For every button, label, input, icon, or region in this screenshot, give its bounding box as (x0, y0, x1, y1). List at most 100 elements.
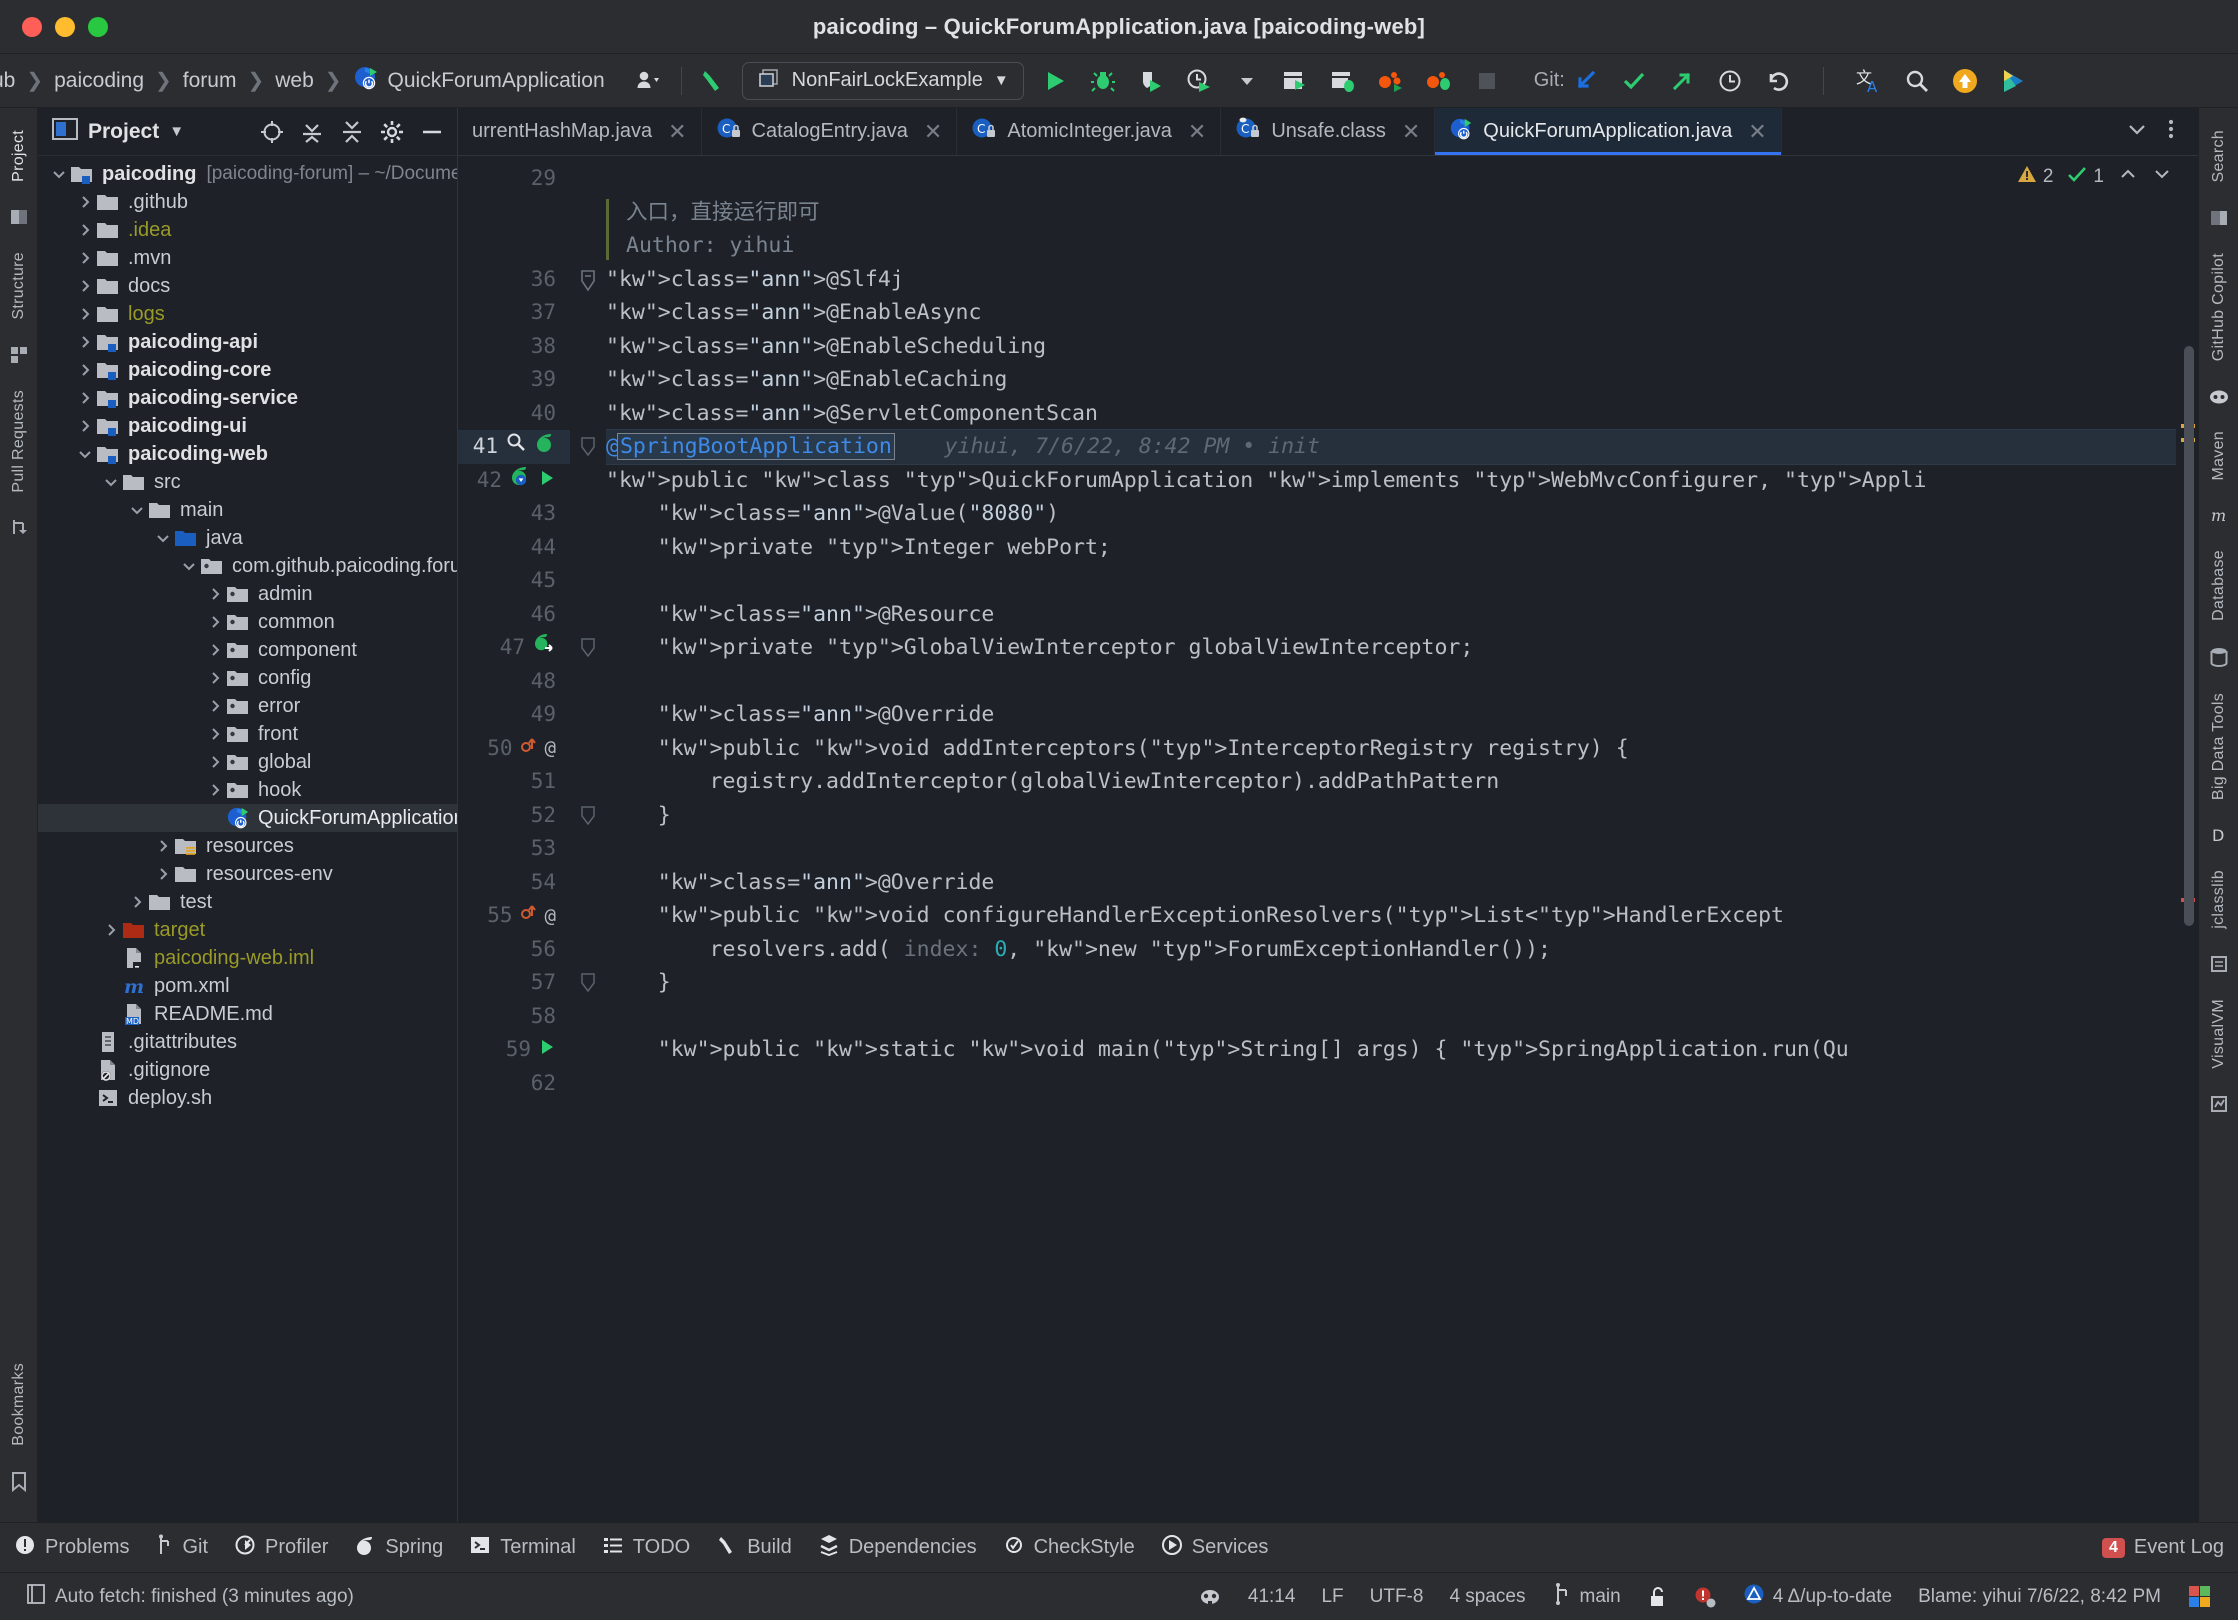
code-line[interactable]: "kw">class="ann">@Override (606, 866, 2176, 900)
code-line[interactable]: "kw">class="ann">@EnableAsync (606, 296, 2176, 330)
fold-marker-cell[interactable] (570, 464, 606, 498)
fold-marker-cell[interactable] (570, 196, 606, 263)
tool-window-button-checkstyle[interactable]: CheckStyle (1003, 1534, 1135, 1562)
tree-node-resources[interactable]: resources (38, 832, 457, 860)
update-arrow-up-icon[interactable] (1948, 64, 1982, 98)
line-number-row[interactable]: 46 (458, 598, 570, 632)
stop-square-icon[interactable] (1470, 64, 1504, 98)
line-number-row[interactable]: 52 (458, 799, 570, 833)
tool-window-button-spring[interactable]: Spring (354, 1534, 443, 1562)
tree-node-global[interactable]: global (38, 748, 457, 776)
tree-node-docs[interactable]: docs (38, 272, 457, 300)
tree-expand-arrow-icon[interactable] (126, 895, 148, 909)
git-sync-status[interactable]: 4 Δ/up-to-date (1730, 1582, 1905, 1612)
line-number-row[interactable]: 59 (458, 1033, 570, 1067)
line-number-row[interactable]: 45 (458, 564, 570, 598)
services-run-icon[interactable] (1374, 64, 1408, 98)
tree-node-hook[interactable]: hook (38, 776, 457, 804)
chevron-down-icon[interactable] (2152, 164, 2172, 190)
code-line[interactable]: "kw">private "typ">GlobalViewInterceptor… (606, 631, 2176, 665)
editor-marker-scrollbar[interactable] (2176, 156, 2198, 1522)
tool-window-bar[interactable]: ProblemsGitProfilerSpringTerminalTODOBui… (0, 1522, 2238, 1572)
big-data-tools-rail-icon[interactable]: D (2210, 826, 2228, 844)
code-content[interactable]: 入口，直接运行即可Author: yihui"kw">class="ann">@… (606, 156, 2176, 1522)
profiler-clock-icon[interactable] (1182, 64, 1216, 98)
close-tab-icon[interactable]: ✕ (1748, 119, 1766, 145)
chevron-down-icon[interactable] (2124, 116, 2150, 147)
file-encoding[interactable]: UTF-8 (1357, 1586, 1437, 1608)
line-number-row[interactable]: 40 (458, 397, 570, 431)
tree-node--mvn[interactable]: .mvn (38, 244, 457, 272)
expand-all-icon[interactable] (297, 117, 327, 147)
tool-window-button-build[interactable]: Build (716, 1534, 791, 1562)
visualvm-rail-icon[interactable] (2210, 1095, 2228, 1113)
tree-expand-arrow-icon[interactable] (204, 587, 226, 601)
tree-node-error[interactable]: error (38, 692, 457, 720)
search-occurrence-icon[interactable] (505, 430, 527, 464)
line-number-row[interactable]: 44 (458, 531, 570, 565)
tree-expand-arrow-icon[interactable] (204, 671, 226, 685)
tree-expand-arrow-icon[interactable] (204, 755, 226, 769)
code-line[interactable]: "kw">public "kw">class "typ">QuickForumA… (606, 464, 2176, 498)
git-update-arrow-down-icon[interactable] (1569, 64, 1603, 98)
fold-marker-cell[interactable] (570, 1000, 606, 1034)
fold-marker-cell[interactable] (570, 263, 606, 297)
tree-node-admin[interactable]: admin (38, 580, 457, 608)
tool-window-button-git[interactable]: Git (155, 1534, 208, 1562)
tree-node-component[interactable]: component (38, 636, 457, 664)
indent-setting[interactable]: 4 spaces (1436, 1586, 1538, 1608)
code-line[interactable] (606, 1067, 2176, 1101)
tree-node-paicoding-ui[interactable]: paicoding-ui (38, 412, 457, 440)
fold-marker-cell[interactable] (570, 799, 606, 833)
caret-position[interactable]: 41:14 (1235, 1586, 1309, 1608)
fold-marker-cell[interactable] (570, 866, 606, 900)
run-with-coverage-icon[interactable] (1134, 64, 1168, 98)
window-controls[interactable] (0, 17, 108, 37)
tree-node-pom-xml[interactable]: mpom.xml (38, 972, 457, 1000)
inspection-ok[interactable]: 1 (2067, 164, 2104, 190)
line-number-row[interactable]: 49 (458, 698, 570, 732)
tree-expand-arrow-icon[interactable] (74, 223, 96, 237)
build-hammer-icon[interactable] (696, 64, 730, 98)
line-number-row[interactable]: 55@ (458, 899, 570, 933)
breadcrumb-item-1[interactable]: paicoding (50, 69, 148, 93)
minimize-window-button[interactable] (55, 17, 75, 37)
code-line[interactable]: "kw">class="ann">@Value("8080") (606, 497, 2176, 531)
fold-marker-cell[interactable] (570, 1067, 606, 1101)
chevron-down-icon[interactable]: ▼ (169, 123, 184, 140)
tree-node--gitignore[interactable]: .gitignore (38, 1056, 457, 1084)
git-branch-widget[interactable]: main (1539, 1582, 1634, 1612)
fold-marker-cell[interactable] (570, 330, 606, 364)
code-line[interactable] (606, 1000, 2176, 1034)
override-method-icon[interactable] (520, 899, 538, 933)
sidebar-item-maven[interactable]: Maven (2210, 419, 2228, 493)
sidebar-item-project[interactable]: Project (10, 118, 28, 194)
editor-tab-unsafe-class[interactable]: CUnsafe.class✕ (1221, 108, 1435, 155)
code-line[interactable]: registry.addInterceptor(globalViewInterc… (606, 765, 2176, 799)
tree-expand-arrow-icon[interactable] (204, 699, 226, 713)
tool-window-button-problems[interactable]: Problems (14, 1534, 129, 1562)
line-number-row[interactable]: 38 (458, 330, 570, 364)
line-number-row[interactable]: 54 (458, 866, 570, 900)
tree-expand-arrow-icon[interactable] (152, 839, 174, 853)
git-history-clock-icon[interactable] (1713, 64, 1747, 98)
tree-node--github[interactable]: .github (38, 188, 457, 216)
tool-window-button-profiler[interactable]: Profiler (234, 1534, 328, 1562)
chevron-up-icon[interactable] (2118, 164, 2138, 190)
code-line[interactable]: 入口，直接运行即可Author: yihui (606, 196, 2176, 263)
blame-status[interactable]: Blame: yihui 7/6/22, 8:42 PM (1905, 1586, 2174, 1608)
code-line[interactable]: "kw">class="ann">@Slf4j (606, 263, 2176, 297)
tree-expand-arrow-icon[interactable] (74, 335, 96, 349)
tree-node-java[interactable]: java (38, 524, 457, 552)
sidebar-item-visualvm[interactable]: VisualVM (2210, 987, 2228, 1081)
inspection-warnings[interactable]: 2 (2017, 164, 2054, 190)
line-number-row[interactable]: 51 (458, 765, 570, 799)
autofetch-status[interactable]: Auto fetch: finished (3 minutes ago) (12, 1583, 367, 1611)
fold-marker-cell[interactable] (570, 899, 606, 933)
breadcrumb-item-0[interactable]: ub (0, 69, 19, 93)
line-separator[interactable]: LF (1308, 1586, 1356, 1608)
code-line[interactable]: "kw">public "kw">static "kw">void main("… (606, 1033, 2176, 1067)
line-number-row[interactable]: 43 (458, 497, 570, 531)
code-line[interactable]: "kw">class="ann">@ServletComponentScan (606, 397, 2176, 431)
line-number-row[interactable]: 41 (458, 430, 570, 464)
